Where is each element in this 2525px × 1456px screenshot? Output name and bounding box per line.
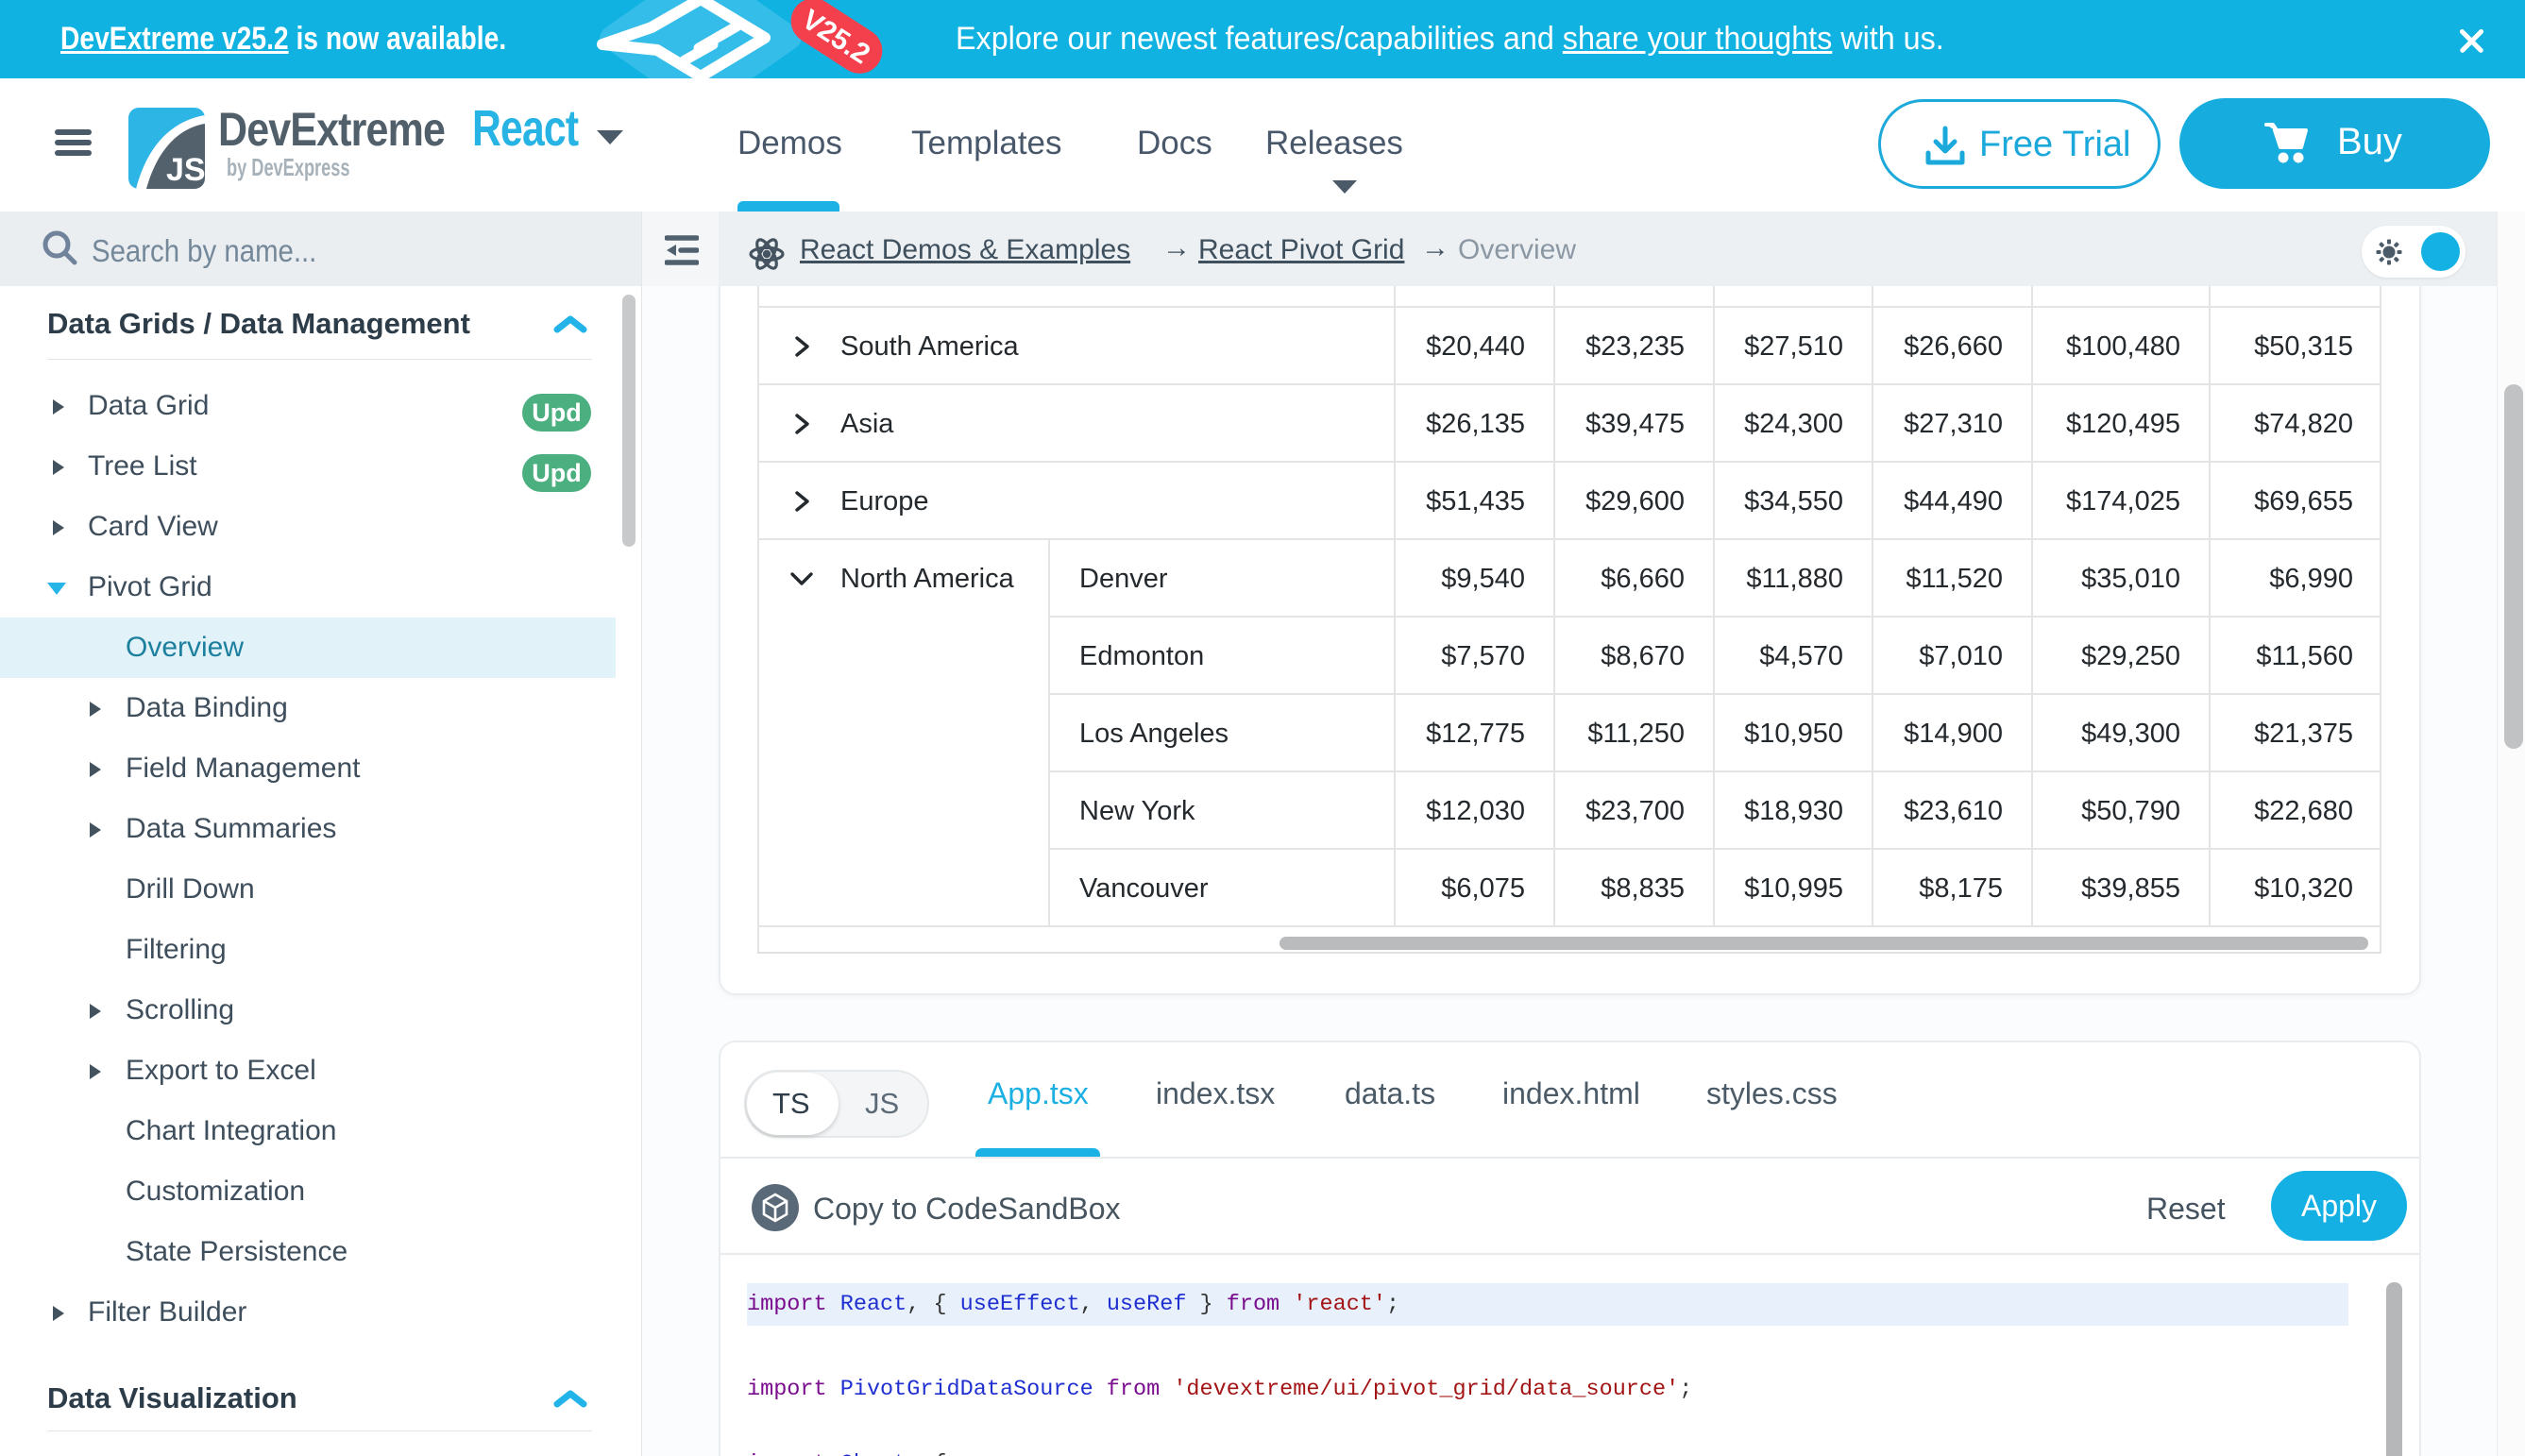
svg-text:JS: JS bbox=[166, 152, 205, 188]
